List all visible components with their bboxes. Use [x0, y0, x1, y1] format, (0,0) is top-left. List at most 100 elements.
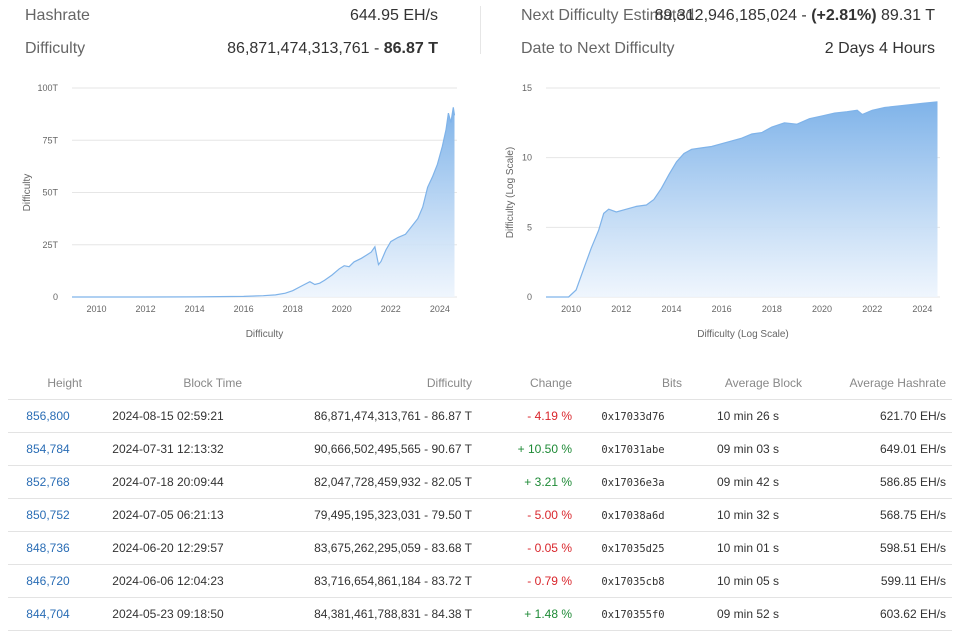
difficulty-cell-td: 82,047,728,459,932 - 82.05 T: [248, 465, 478, 499]
logdiff-area: [546, 101, 938, 298]
block-height-link[interactable]: 854,784: [26, 442, 69, 456]
header-height[interactable]: Height: [8, 366, 88, 400]
table-row: 844,704 2024-05-23 09:18:50 84,381,461,788…: [8, 597, 952, 631]
average-hashrate-cell-td: 621.70 EH/s: [808, 399, 952, 433]
diff-y-tick-label: 75T: [42, 135, 58, 145]
block-height-link-td[interactable]: 852,768: [8, 465, 88, 499]
hashrate-label: Hashrate: [25, 7, 90, 24]
block-height-link[interactable]: 852,768: [26, 475, 69, 489]
table-header-row: Height Block Time Difficulty Change Bits…: [8, 366, 952, 400]
block-height-link-td[interactable]: 846,720: [8, 564, 88, 598]
difficulty-log-chart: 0 5 10 15 2010 2012 2014 2016 2018 2020 2022 2024 Di…: [480, 72, 960, 352]
average-block-cell-td: 10 min 26 s: [688, 399, 808, 433]
diff-y-tick-label: 50T: [42, 188, 58, 198]
change-cell: + 3.21 %: [524, 475, 572, 489]
bits-cell-td: 0x17031abe: [578, 432, 688, 466]
header-bits[interactable]: Bits: [578, 366, 688, 400]
diff-area: [72, 107, 455, 298]
change-cell-td: + 3.21 %: [478, 465, 578, 499]
diff-x-tick-label: 2012: [136, 304, 156, 314]
block-height-link-td[interactable]: 844,704: [8, 597, 88, 631]
block-height-link-td[interactable]: 854,784: [8, 432, 88, 466]
difficulty-cell: 79,495,195,323,031 - 79.50 T: [314, 508, 472, 522]
average-block-cell: 10 min 32 s: [716, 508, 780, 522]
header-average-block[interactable]: Average Block: [688, 366, 808, 400]
bits-cell-td: 0x17036e3a: [578, 465, 688, 499]
bits-cell: 0x17038a6d: [601, 510, 665, 522]
difficulty-cell: 83,716,654,861,184 - 83.72 T: [314, 574, 472, 588]
block-time-cell: 2024-08-15 02:59:21: [112, 409, 224, 423]
average-block-cell: 10 min 05 s: [716, 574, 780, 588]
block-height-link-td[interactable]: 848,736: [8, 531, 88, 565]
difficulty-cell-td: 84,381,461,788,831 - 84.38 T: [248, 597, 478, 631]
block-height-link[interactable]: 848,736: [26, 541, 69, 555]
difficulty-cell: 90,666,502,495,565 - 90.67 T: [314, 442, 472, 456]
average-block-cell-td: 10 min 05 s: [688, 564, 808, 598]
average-hashrate-cell-td: 599.11 EH/s: [808, 564, 952, 598]
logdiff-y-axis-title: Difficulty (Log Scale): [505, 147, 516, 239]
average-hashrate-cell-td: 649.01 EH/s: [808, 432, 952, 466]
diff-x-tick-label: 2010: [87, 304, 107, 314]
block-time-cell-td: 2024-07-18 20:09:44: [88, 465, 248, 499]
next-difficulty-short: 89.31 T: [876, 7, 935, 24]
block-height-link[interactable]: 846,720: [26, 574, 69, 588]
difficulty-cell: 84,381,461,788,831 - 84.38 T: [314, 607, 472, 621]
difficulty-table: Height Block Time Difficulty Change Bits…: [8, 366, 952, 631]
change-cell: - 5.00 %: [527, 508, 572, 522]
header-block-time[interactable]: Block Time: [88, 366, 248, 400]
table-row: 852,768 2024-07-18 20:09:44 82,047,728,459…: [8, 465, 952, 499]
header-change[interactable]: Change: [478, 366, 578, 400]
diff-y-tick-label: 25T: [42, 240, 58, 250]
table-body: 856,800 2024-08-15 02:59:21 86,871,474,313…: [8, 399, 952, 631]
average-block-cell-td: 10 min 01 s: [688, 531, 808, 565]
block-height-link-td[interactable]: 850,752: [8, 498, 88, 532]
difficulty-label: Difficulty: [25, 40, 86, 57]
block-time-cell-td: 2024-08-15 02:59:21: [88, 399, 248, 433]
stats-panel: Hashrate 644.95 EH/s Difficulty 86,871,4…: [0, 0, 960, 64]
next-difficulty-raw: 89,312,946,185,024 -: [654, 7, 812, 24]
logdiff-x-tick-label: 2020: [812, 304, 832, 314]
block-height-link-td[interactable]: 856,800: [8, 399, 88, 433]
average-block-cell-td: 09 min 52 s: [688, 597, 808, 631]
diff-x-tick-label: 2014: [185, 304, 205, 314]
header-average-hashrate[interactable]: Average Hashrate: [808, 366, 952, 400]
logdiff-x-tick-label: 2012: [611, 304, 631, 314]
table-row: 848,736 2024-06-20 12:29:57 83,675,262,295…: [8, 531, 952, 565]
table-row: 854,784 2024-07-31 12:13:32 90,666,502,495…: [8, 432, 952, 466]
logdiff-y-tick-label: 15: [522, 83, 532, 93]
block-height-link[interactable]: 856,800: [26, 409, 69, 423]
diff-y-tick-label: 0: [53, 292, 58, 302]
block-time-cell-td: 2024-05-23 09:18:50: [88, 597, 248, 631]
bits-cell: 0x17035cb8: [601, 576, 665, 588]
next-difficulty-value: 89,312,946,185,024 - (+2.81%) 89.31 T: [655, 7, 935, 25]
average-hashrate-cell-td: 598.51 EH/s: [808, 531, 952, 565]
block-height-link[interactable]: 844,704: [26, 607, 69, 621]
bits-cell: 0x17035d25: [601, 543, 665, 555]
average-hashrate-cell: 649.01 EH/s: [879, 442, 946, 456]
difficulty-value: 86,871,474,313,761 - 86.87 T: [227, 40, 438, 58]
logdiff-x-tick-label: 2010: [561, 304, 581, 314]
logdiff-y-tick-label: 10: [522, 153, 532, 163]
block-time-cell: 2024-07-18 20:09:44: [112, 475, 224, 489]
change-cell-td: - 4.19 %: [478, 399, 578, 433]
change-cell: - 0.79 %: [527, 574, 572, 588]
difficulty-cell: 82,047,728,459,932 - 82.05 T: [314, 475, 472, 489]
logdiff-x-tick-label: 2018: [762, 304, 782, 314]
change-cell-td: + 1.48 %: [478, 597, 578, 631]
date-next-label: Date to Next Difficulty: [521, 40, 675, 57]
diff-x-tick-label: 2016: [234, 304, 254, 314]
average-block-cell: 09 min 42 s: [716, 475, 780, 489]
table-row: 846,720 2024-06-06 12:04:23 83,716,654,861…: [8, 564, 952, 598]
block-time-cell-td: 2024-06-06 12:04:23: [88, 564, 248, 598]
bits-cell: 0x17031abe: [601, 444, 665, 456]
average-hashrate-cell: 598.51 EH/s: [879, 541, 946, 555]
logdiff-x-axis-title: Difficulty (Log Scale): [697, 329, 789, 340]
block-height-link[interactable]: 850,752: [26, 508, 69, 522]
block-time-cell: 2024-05-23 09:18:50: [112, 607, 224, 621]
difficulty-cell-td: 90,666,502,495,565 - 90.67 T: [248, 432, 478, 466]
diff-x-tick-label: 2024: [430, 304, 450, 314]
header-difficulty[interactable]: Difficulty: [248, 366, 478, 400]
next-difficulty-change: (+2.81%): [811, 7, 877, 24]
average-block-cell-td: 09 min 42 s: [688, 465, 808, 499]
bits-cell: 0x17036e3a: [601, 477, 665, 489]
